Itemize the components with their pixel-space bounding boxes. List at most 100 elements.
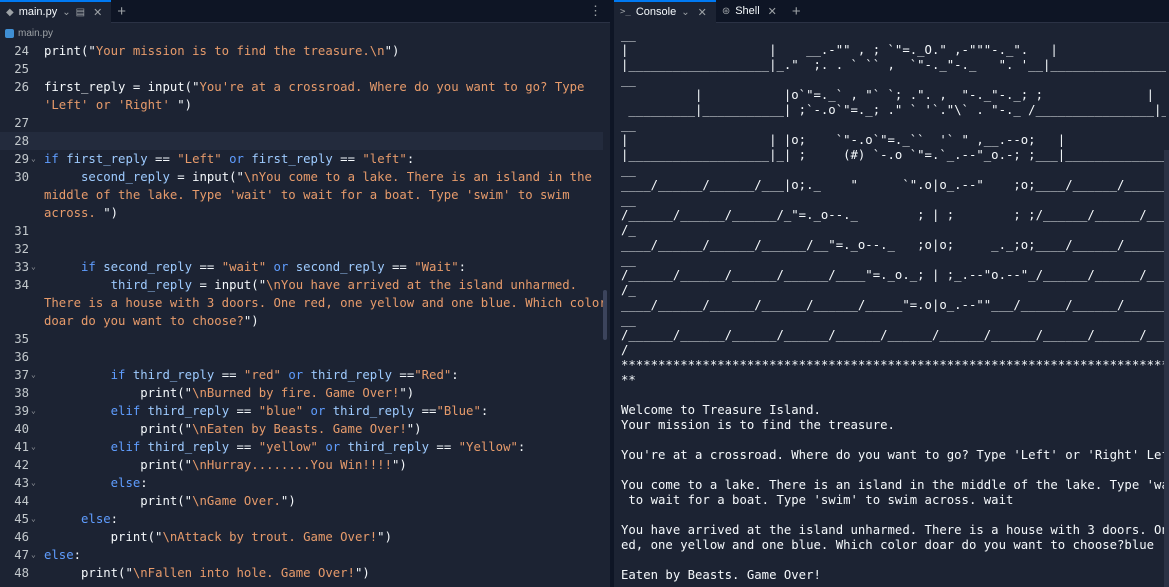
line-number: 35 [14,332,29,346]
line-number: 34 [14,278,29,292]
line-number: 43 [14,476,29,490]
line-number: 39 [14,404,29,418]
code-line[interactable]: 36 [0,348,603,366]
code-line[interactable]: 45 ⌄ else: [0,510,603,528]
code-line[interactable]: 28 [0,132,603,150]
new-tab-icon[interactable]: + [786,0,807,23]
fold-chevron-icon[interactable]: ⌄ [31,402,36,420]
code-line[interactable]: 27 [0,114,603,132]
code-line[interactable]: There is a house with 3 doors. One red, … [0,294,607,312]
line-number: 33 [14,260,29,274]
tab-label: main.py [18,6,58,18]
tab-shell[interactable]: ⊛ Shell ✕ [716,0,786,23]
chevron-down-icon[interactable]: ⌄ [62,7,70,18]
code-text: doar do you want to choose?") [44,314,259,328]
code-text: first_reply = input("You're at a crossro… [44,80,585,94]
fold-chevron-icon[interactable]: ⌄ [31,258,36,276]
code-line[interactable]: 31 [0,222,603,240]
line-number: 46 [14,530,29,544]
chevron-down-icon[interactable]: ⌄ [681,7,689,18]
python-file-icon [5,28,14,38]
fold-chevron-icon[interactable]: ⌄ [31,150,36,168]
code-line[interactable]: 43 ⌄ else: [0,474,603,492]
code-line[interactable]: across. ") [0,204,603,222]
code-text: print("\nAttack by trout. Game Over!") [110,530,392,544]
code-line[interactable]: 42 print("\nHurray........You Win!!!!") [0,456,603,474]
fold-chevron-icon[interactable]: ⌄ [31,366,36,384]
console-pane: >_ Console ⌄ ✕ ⊛ Shell ✕ + __ | | __.-""… [614,0,1169,587]
close-tab-icon[interactable]: ✕ [90,6,105,19]
code-line[interactable]: 'Left' or 'Right' ") [0,96,603,114]
code-line[interactable]: 40 print("\nEaten by Beasts. Game Over!"… [0,420,603,438]
close-tab-icon[interactable]: ✕ [765,5,780,18]
tab-label: Shell [735,5,760,17]
code-line[interactable]: doar do you want to choose?") [0,312,603,330]
line-number: 38 [14,386,29,400]
shell-icon: ⊛ [721,5,731,17]
code-text: elif third_reply == "yellow" or third_re… [110,440,526,454]
code-line[interactable]: 47 ⌄ else: [0,546,603,564]
line-number: 45 [14,512,29,526]
line-number: 44 [14,494,29,508]
line-number: 31 [14,224,29,238]
code-line[interactable]: 37 ⌄ if third_reply == "red" or third_rep… [0,366,603,384]
tab-label: Console [635,6,677,18]
code-line[interactable]: 25 [0,60,603,78]
console-scrollbar[interactable] [1164,150,1169,587]
line-number: 47 [14,548,29,562]
tab-console[interactable]: >_ Console ⌄ ✕ [614,0,716,23]
code-text: print("Your mission is to find the treas… [44,44,400,58]
code-text: 'Left' or 'Right' ") [44,98,193,112]
line-number: 27 [14,116,29,130]
tab-main-py[interactable]: ◆ main.py ⌄ ▤ ✕ [0,0,112,23]
code-text: print("\nHurray........You Win!!!!") [140,458,407,472]
code-text: third_reply = input("\nYou have arrived … [110,278,578,292]
code-text: if first_reply == "Left" or first_reply … [44,152,415,166]
breadcrumb[interactable]: main.py [0,24,610,42]
breadcrumb-file: main.py [18,27,54,39]
line-number: 42 [14,458,29,472]
code-line[interactable]: 30 second_reply = input("\nYou come to a… [0,168,603,186]
split-view-icon[interactable]: ▤ [76,7,85,18]
code-text: if third_reply == "red" or third_reply =… [110,368,459,382]
line-number: 48 [14,566,29,580]
line-number: 24 [14,44,29,58]
line-number: 37 [14,368,29,382]
code-line[interactable]: 35 [0,330,603,348]
code-line[interactable]: 34 third_reply = input("\nYou have arriv… [0,276,603,294]
fold-chevron-icon[interactable]: ⌄ [31,546,36,564]
code-text: else: [110,476,148,490]
line-number: 26 [14,80,29,94]
kebab-menu-icon[interactable]: ⋮ [581,3,610,19]
code-line[interactable]: 32 [0,240,603,258]
code-line[interactable]: 48 print("\nFallen into hole. Game Over!… [0,564,603,582]
code-line[interactable]: 24 print("Your mission is to find the tre… [0,42,603,60]
code-line[interactable]: 41 ⌄ elif third_reply == "yellow" or thir… [0,438,603,456]
editor-scrollbar[interactable] [603,290,607,340]
code-line[interactable]: 29 ⌄ if first_reply == "Left" or first_rep… [0,150,603,168]
code-line[interactable]: 33 ⌄ if second_reply == "wait" or second_… [0,258,603,276]
line-number: 30 [14,170,29,184]
line-number: 40 [14,422,29,436]
close-tab-icon[interactable]: ✕ [695,6,710,19]
code-line[interactable]: 38 print("\nBurned by fire. Game Over!") [0,384,603,402]
fold-chevron-icon[interactable]: ⌄ [31,474,36,492]
code-text: print("\nGame Over.") [140,494,296,508]
code-line[interactable]: 26 first_reply = input("You're at a cross… [0,78,603,96]
code-line[interactable]: middle of the lake. Type 'wait' to wait … [0,186,603,204]
new-tab-icon[interactable]: + [111,0,132,23]
code-text: across. ") [44,206,119,220]
code-line[interactable]: 46 print("\nAttack by trout. Game Over!"… [0,528,603,546]
line-number: 25 [14,62,29,76]
fold-chevron-icon[interactable]: ⌄ [31,510,36,528]
console-output[interactable]: __ | | __.-"" , ; `"=._O." ,-"""-._". | … [621,28,1166,587]
code-line[interactable]: 44 print("\nGame Over.") [0,492,603,510]
code-text: else: [44,548,82,562]
python-file-icon: ◆ [6,6,14,18]
code-text: second_reply = input("\nYou come to a la… [81,170,592,184]
editor-pane: ◆ main.py ⌄ ▤ ✕ + ⋮ main.py 24 print("You… [0,0,610,587]
code-text: if second_reply == "wait" or second_repl… [81,260,467,274]
code-text: There is a house with 3 doors. One red, … [44,296,607,310]
fold-chevron-icon[interactable]: ⌄ [31,438,36,456]
code-line[interactable]: 39 ⌄ elif third_reply == "blue" or third_… [0,402,603,420]
